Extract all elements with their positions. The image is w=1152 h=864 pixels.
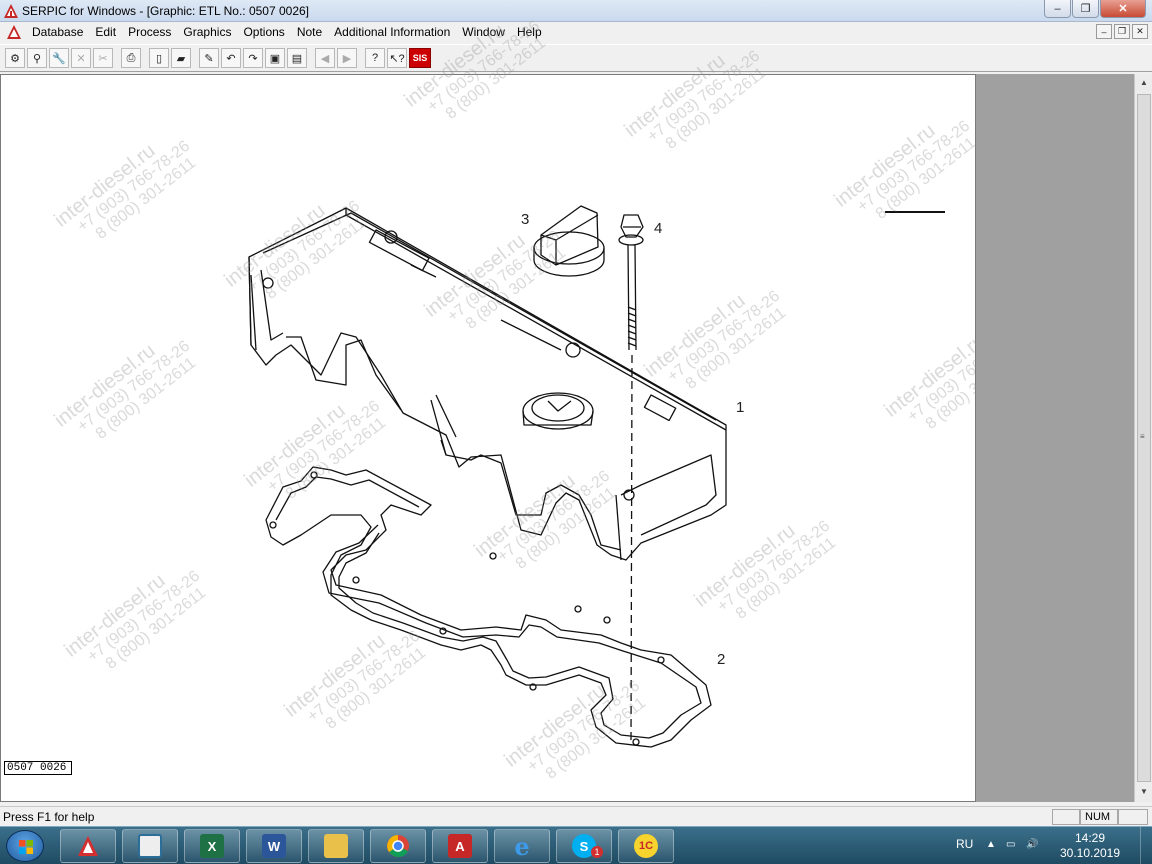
- minimize-button[interactable]: –: [1044, 0, 1071, 18]
- pencil-color-icon[interactable]: ✎: [199, 48, 219, 68]
- new-document-icon[interactable]: ▯: [149, 48, 169, 68]
- num-lock-indicator: NUM: [1080, 809, 1118, 825]
- window-frame-icon[interactable]: ▣: [265, 48, 285, 68]
- pdf-icon: A: [448, 834, 472, 858]
- title-bar: SERPIC for Windows - [Graphic: ETL No.: …: [0, 0, 1152, 22]
- parts-illustration: [248, 205, 945, 748]
- clock[interactable]: 14:29 30.10.2019: [1050, 831, 1130, 861]
- print-icon[interactable]: ⎙: [121, 48, 141, 68]
- menu-options[interactable]: Options: [237, 22, 290, 42]
- page-view-icon[interactable]: ▤: [287, 48, 307, 68]
- delete-icon[interactable]: ✕: [71, 48, 91, 68]
- document-icon[interactable]: [6, 24, 22, 40]
- undo-icon[interactable]: ↶: [221, 48, 241, 68]
- status-hint: Press F1 for help: [3, 810, 95, 824]
- windows-logo-icon: [19, 840, 33, 854]
- engine-icon[interactable]: ⚙: [5, 48, 25, 68]
- taskbar-window[interactable]: [122, 829, 178, 863]
- tray-expand-icon[interactable]: ▲: [986, 839, 996, 850]
- help-button[interactable]: ?: [365, 48, 385, 68]
- alignment-line: [630, 354, 633, 744]
- taskbar-internet-explorer[interactable]: e: [494, 829, 550, 863]
- scroll-down-icon[interactable]: ▼: [1138, 786, 1150, 798]
- vertical-scrollbar[interactable]: ▲ ≡ ▼: [1134, 74, 1152, 802]
- skype-notification-badge: 1: [591, 846, 603, 858]
- folder-icon: [324, 834, 348, 858]
- bolt: [618, 214, 644, 351]
- window-title: SERPIC for Windows - [Graphic: ETL No.: …: [22, 4, 310, 18]
- mdi-close-button[interactable]: ✕: [1132, 24, 1148, 39]
- oil-filler-cap: [533, 205, 605, 277]
- start-button[interactable]: [6, 830, 44, 862]
- key-search-icon[interactable]: ⚲: [27, 48, 47, 68]
- menu-note[interactable]: Note: [291, 22, 328, 42]
- cylinder-head-cover: [248, 207, 727, 561]
- close-button[interactable]: ✕: [1100, 0, 1146, 18]
- scroll-up-icon[interactable]: ▲: [1138, 77, 1150, 89]
- taskbar-file-explorer[interactable]: [308, 829, 364, 863]
- menu-graphics[interactable]: Graphics: [177, 22, 237, 42]
- taskbar-excel[interactable]: X: [184, 829, 240, 863]
- context-help-button[interactable]: ↖?: [387, 48, 407, 68]
- system-tray: RU ▲ ▭ 🔊 14:29 30.10.2019: [942, 827, 1152, 864]
- callout-3[interactable]: 3: [521, 211, 529, 228]
- toolbar: ⚙ ⚲ 🔧 ✕ ✂ ⎙ ▯ ▰ ✎ ↶ ↷ ▣ ▤ ◀ ▶ ? ↖? SIS: [0, 44, 1152, 72]
- forward-arrow-icon[interactable]: ▶: [337, 48, 357, 68]
- redo-icon[interactable]: ↷: [243, 48, 263, 68]
- taskbar-chrome[interactable]: [370, 829, 426, 863]
- taskbar-1c[interactable]: 1C: [618, 829, 674, 863]
- gasket: [265, 466, 712, 748]
- drawing-id-box: 0507 0026: [4, 761, 72, 775]
- word-icon: W: [262, 834, 286, 858]
- menu-additional-information[interactable]: Additional Information: [328, 22, 456, 42]
- menu-window[interactable]: Window: [456, 22, 511, 42]
- serpic-app-icon: [4, 4, 18, 18]
- sis-button[interactable]: SIS: [409, 48, 431, 68]
- back-arrow-icon[interactable]: ◀: [315, 48, 335, 68]
- menu-database[interactable]: Database: [26, 22, 89, 42]
- status-panel-end: [1118, 809, 1148, 825]
- status-bar: Press F1 for help NUM: [0, 806, 1152, 826]
- window-app-icon: [138, 834, 162, 858]
- excel-icon: X: [200, 834, 224, 858]
- taskbar-pdf[interactable]: A: [432, 829, 488, 863]
- show-desktop-button[interactable]: [1140, 827, 1152, 864]
- network-icon[interactable]: ▭: [1006, 839, 1015, 850]
- scroll-grip-icon: ≡: [1140, 432, 1145, 441]
- clock-time: 14:29: [1074, 831, 1106, 845]
- open-folder-icon[interactable]: ▰: [171, 48, 191, 68]
- menu-bar: Database Edit Process Graphics Options N…: [0, 22, 1152, 42]
- callout-1[interactable]: 1: [736, 399, 744, 416]
- maximize-button[interactable]: ❐: [1072, 0, 1099, 18]
- taskbar-serpic[interactable]: [60, 829, 116, 863]
- drawing-canvas[interactable]: 1 2 3 4 inter-diesel.ru +7 (903) 766-78-2…: [0, 18, 1029, 802]
- language-indicator[interactable]: RU: [956, 837, 973, 851]
- mdi-restore-button[interactable]: ❐: [1114, 24, 1130, 39]
- cut-icon[interactable]: ✂: [93, 48, 113, 68]
- chrome-icon: [387, 835, 409, 857]
- 1c-icon: 1C: [634, 834, 658, 858]
- menu-edit[interactable]: Edit: [89, 22, 122, 42]
- empty-area: [976, 74, 1134, 802]
- taskbar-skype[interactable]: S 1: [556, 829, 612, 863]
- clock-date: 30.10.2019: [1059, 846, 1121, 860]
- taskbar-word[interactable]: W: [246, 829, 302, 863]
- mdi-minimize-button[interactable]: –: [1096, 24, 1112, 39]
- internet-explorer-icon: e: [514, 831, 530, 861]
- wrench-icon[interactable]: 🔧: [49, 48, 69, 68]
- menu-process[interactable]: Process: [122, 22, 177, 42]
- callout-4[interactable]: 4: [654, 220, 662, 237]
- callout-2[interactable]: 2: [717, 651, 725, 668]
- menu-help[interactable]: Help: [511, 22, 548, 42]
- status-panel-blank: [1052, 809, 1080, 825]
- serpic-icon: [78, 836, 98, 856]
- volume-icon[interactable]: 🔊: [1026, 839, 1038, 850]
- taskbar: X W A e S 1 1C RU ▲ ▭ 🔊 14:29 30.10.2019: [0, 826, 1152, 864]
